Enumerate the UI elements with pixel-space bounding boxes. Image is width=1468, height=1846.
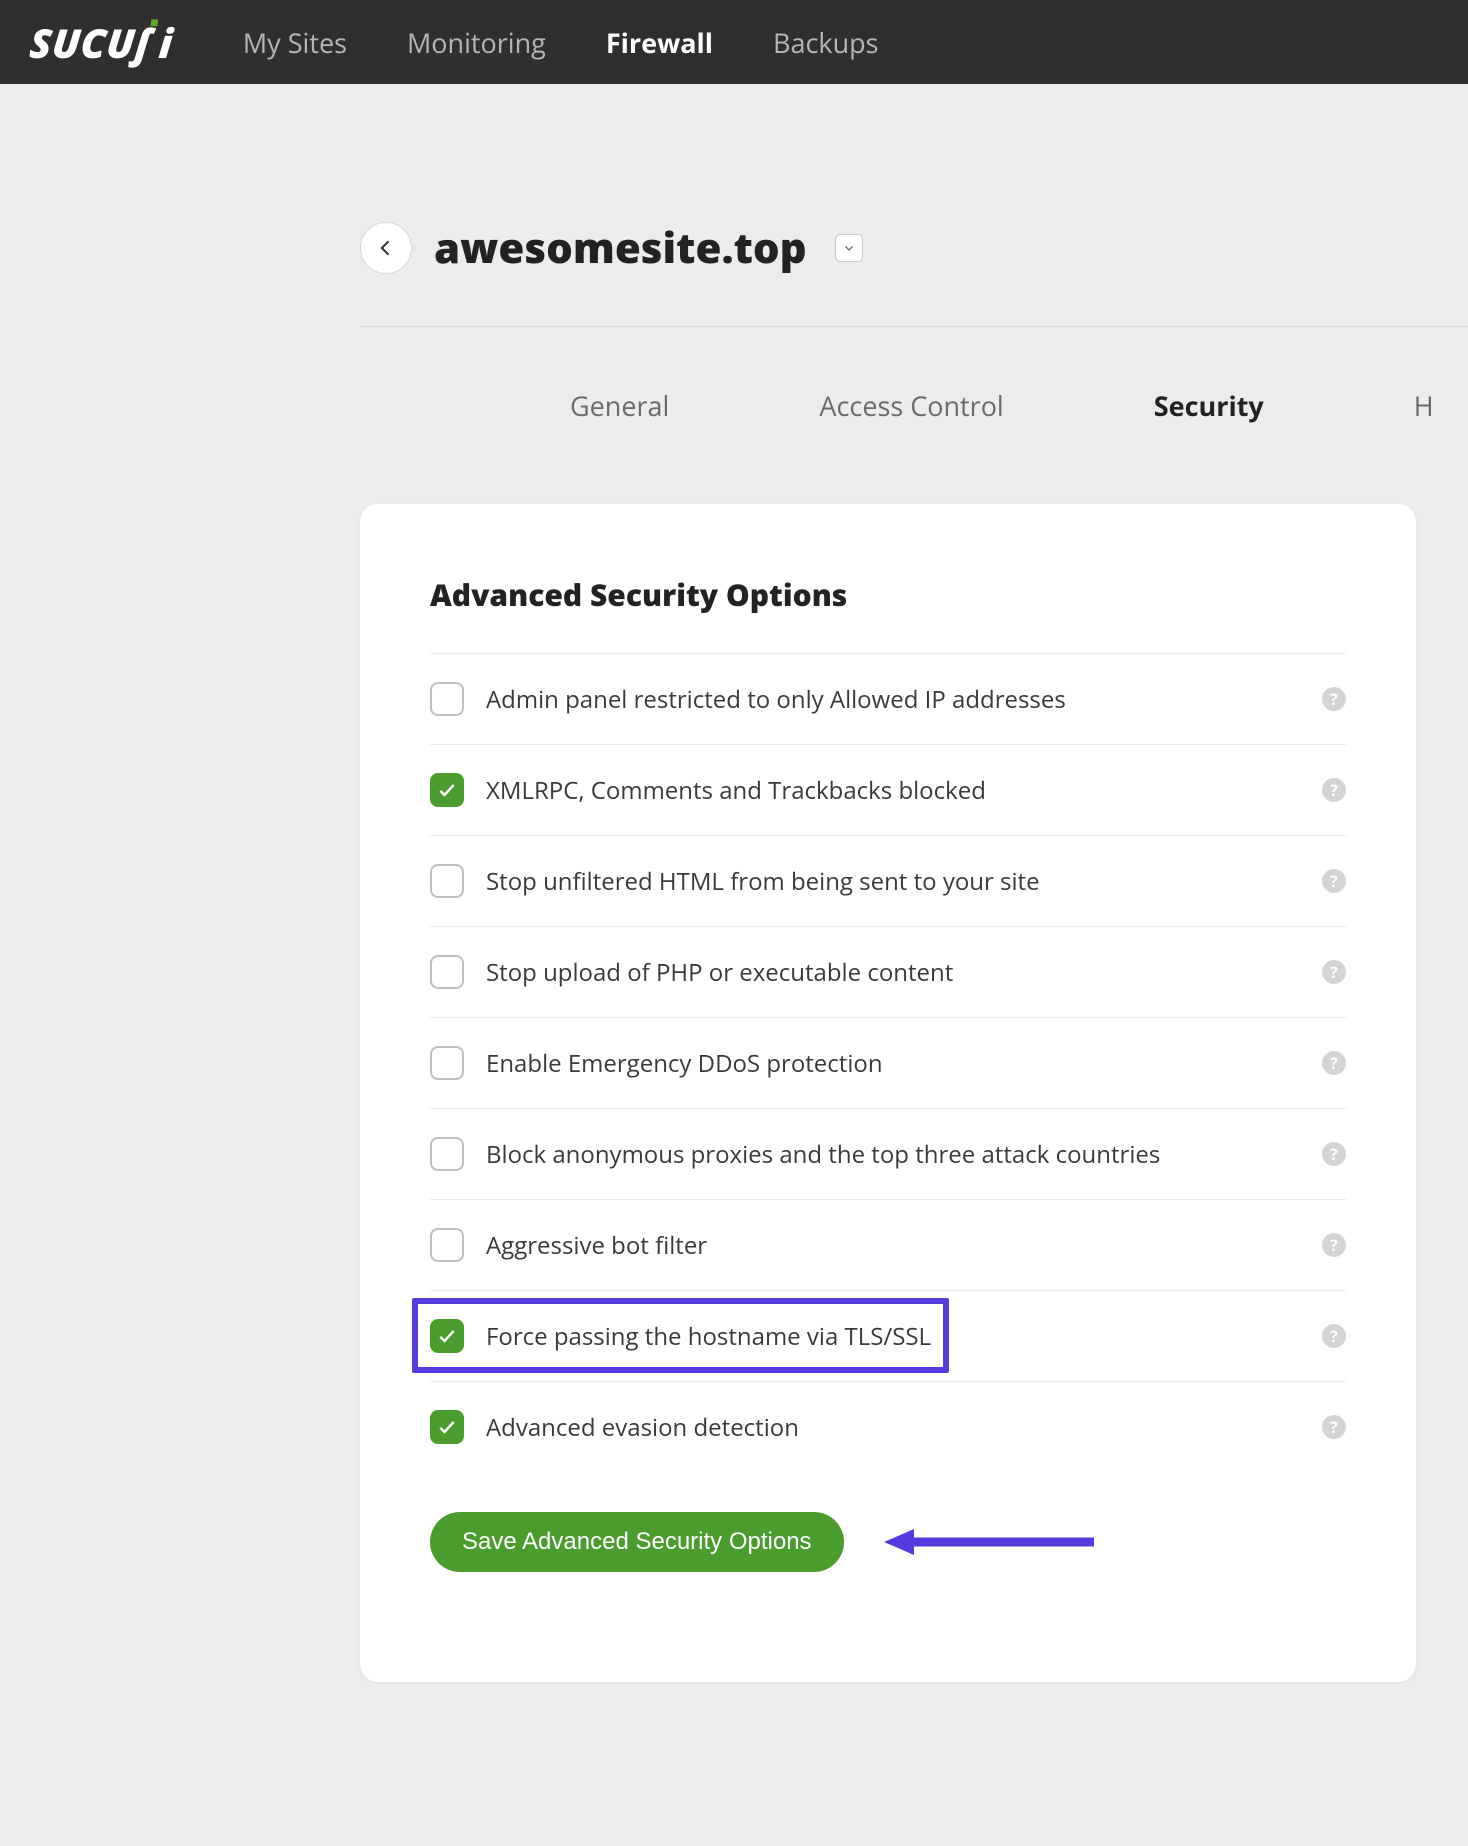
tab-access-control[interactable]: Access Control xyxy=(819,387,1003,424)
option-row: Advanced evasion detection? xyxy=(430,1381,1346,1472)
check-icon xyxy=(437,1326,457,1346)
help-icon[interactable]: ? xyxy=(1322,1142,1346,1166)
option-label: Stop upload of PHP or executable content xyxy=(486,956,1322,989)
check-icon xyxy=(437,1417,457,1437)
divider xyxy=(360,326,1468,327)
option-checkbox[interactable] xyxy=(430,682,464,716)
help-icon[interactable]: ? xyxy=(1322,1415,1346,1439)
option-row: Force passing the hostname via TLS/SSL? xyxy=(430,1290,1346,1381)
option-label: Force passing the hostname via TLS/SSL xyxy=(486,1320,1322,1353)
tab-security[interactable]: Security xyxy=(1154,387,1264,424)
option-row: Block anonymous proxies and the top thre… xyxy=(430,1108,1346,1199)
option-label: XMLRPC, Comments and Trackbacks blocked xyxy=(486,774,1322,807)
option-label: Block anonymous proxies and the top thre… xyxy=(486,1138,1322,1171)
site-dropdown-button[interactable] xyxy=(835,234,863,262)
nav-firewall[interactable]: Firewall xyxy=(606,24,713,61)
option-label: Aggressive bot filter xyxy=(486,1229,1322,1262)
tab-next-partial[interactable]: H xyxy=(1414,387,1434,424)
option-checkbox[interactable] xyxy=(430,1046,464,1080)
option-checkbox[interactable] xyxy=(430,955,464,989)
chevron-down-icon xyxy=(843,242,855,254)
security-options-card: Advanced Security Options Admin panel re… xyxy=(360,504,1416,1682)
help-icon[interactable]: ? xyxy=(1322,1324,1346,1348)
tab-general[interactable]: General xyxy=(570,387,669,424)
option-label: Admin panel restricted to only Allowed I… xyxy=(486,683,1322,716)
tabs-row: General Access Control Security H xyxy=(360,387,1468,424)
option-label: Advanced evasion detection xyxy=(486,1411,1322,1444)
option-label: Enable Emergency DDoS protection xyxy=(486,1047,1322,1080)
option-checkbox[interactable] xyxy=(430,1319,464,1353)
save-button[interactable]: Save Advanced Security Options xyxy=(430,1512,844,1572)
help-icon[interactable]: ? xyxy=(1322,960,1346,984)
arrow-left-icon xyxy=(376,238,396,258)
option-row: XMLRPC, Comments and Trackbacks blocked? xyxy=(430,744,1346,835)
help-icon[interactable]: ? xyxy=(1322,869,1346,893)
option-row: Aggressive bot filter? xyxy=(430,1199,1346,1290)
nav-monitoring[interactable]: Monitoring xyxy=(407,24,546,61)
page-content: awesomesite.top General Access Control S… xyxy=(0,84,1468,1682)
option-checkbox[interactable] xyxy=(430,1137,464,1171)
option-row: Stop upload of PHP or executable content… xyxy=(430,926,1346,1017)
site-name: awesomesite.top xyxy=(434,219,807,276)
help-icon[interactable]: ? xyxy=(1322,1233,1346,1257)
card-title: Advanced Security Options xyxy=(430,574,1346,615)
option-checkbox[interactable] xyxy=(430,864,464,898)
option-checkbox[interactable] xyxy=(430,773,464,807)
option-checkbox[interactable] xyxy=(430,1410,464,1444)
help-icon[interactable]: ? xyxy=(1322,687,1346,711)
brand-logo: SUCUſ■i xyxy=(28,15,176,70)
nav-backups[interactable]: Backups xyxy=(773,24,879,61)
check-icon xyxy=(437,780,457,800)
nav-my-sites[interactable]: My Sites xyxy=(243,24,347,61)
site-header: awesomesite.top xyxy=(360,219,1468,276)
top-nav: SUCUſ■i My Sites Monitoring Firewall Bac… xyxy=(0,0,1468,84)
help-icon[interactable]: ? xyxy=(1322,778,1346,802)
option-label: Stop unfiltered HTML from being sent to … xyxy=(486,865,1322,898)
option-row: Admin panel restricted to only Allowed I… xyxy=(430,653,1346,744)
option-row: Stop unfiltered HTML from being sent to … xyxy=(430,835,1346,926)
option-row: Enable Emergency DDoS protection? xyxy=(430,1017,1346,1108)
help-icon[interactable]: ? xyxy=(1322,1051,1346,1075)
back-button[interactable] xyxy=(360,222,412,274)
option-checkbox[interactable] xyxy=(430,1228,464,1262)
